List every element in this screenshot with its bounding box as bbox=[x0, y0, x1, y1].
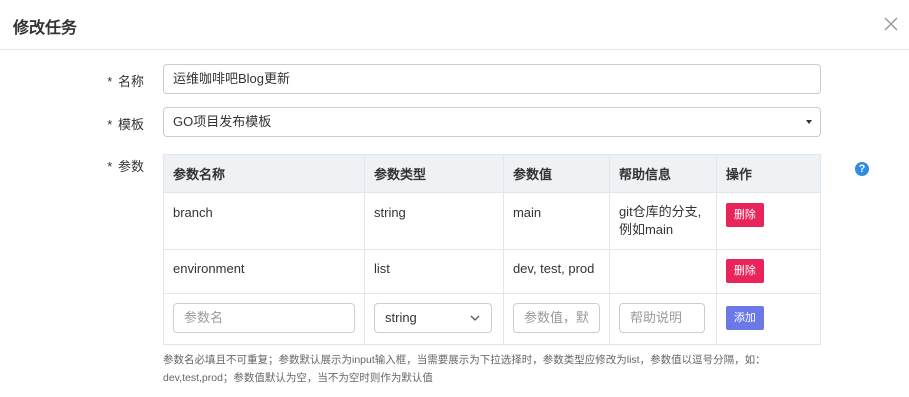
new-type-cell: string bbox=[364, 293, 504, 345]
dialog-header: 修改任务 bbox=[0, 0, 909, 50]
question-circle-icon[interactable]: ? bbox=[855, 162, 869, 176]
cell-param-name: branch bbox=[163, 192, 365, 250]
name-label: * 名称 bbox=[107, 74, 144, 89]
param-type-select[interactable]: string bbox=[374, 303, 492, 333]
help-text-input[interactable]: 帮助说明 bbox=[618, 303, 705, 333]
table-row: environment list dev, test, prod 删除 bbox=[163, 249, 822, 294]
caret-down-icon bbox=[806, 120, 812, 124]
params-hint: 参数名必填且不可重复；参数默认展示为input输入框，当需要展示为下拉选择时，参… bbox=[163, 354, 766, 384]
cell-param-name: environment bbox=[163, 249, 365, 294]
dialog-title: 修改任务 bbox=[13, 20, 78, 37]
cell-param-type: string bbox=[364, 192, 504, 250]
template-select[interactable]: GO项目发布模板 bbox=[163, 107, 821, 137]
param-name-input[interactable]: 参数名 bbox=[173, 303, 355, 333]
name-input[interactable]: 运维咖啡吧Blog更新 bbox=[163, 64, 821, 94]
cell-actions: 删除 bbox=[715, 249, 822, 294]
new-param-row: 参数名 string 参数值，默 帮助说明 添加 bbox=[163, 293, 822, 345]
chevron-down-icon bbox=[470, 315, 480, 321]
new-action-cell: 添加 bbox=[715, 293, 822, 345]
cell-help-info bbox=[608, 249, 717, 294]
params-table: 参数名称 参数类型 参数值 帮助信息 操作 branch string main… bbox=[163, 154, 822, 345]
template-label: * 模板 bbox=[107, 117, 144, 132]
cell-actions: 删除 bbox=[715, 192, 822, 250]
cell-param-value: main bbox=[502, 192, 610, 250]
cell-param-type: list bbox=[364, 249, 504, 294]
new-value-cell: 参数值，默 bbox=[502, 293, 610, 345]
table-row: branch string main git仓库的分支, 例如main 删除 bbox=[163, 192, 822, 250]
add-button[interactable]: 添加 bbox=[725, 306, 764, 330]
header-param-name: 参数名称 bbox=[163, 154, 365, 193]
header-help-info: 帮助信息 bbox=[608, 154, 717, 193]
header-actions: 操作 bbox=[715, 154, 822, 193]
header-param-type: 参数类型 bbox=[364, 154, 504, 193]
cell-param-value: dev, test, prod bbox=[502, 249, 610, 294]
cell-help-info: git仓库的分支, 例如main bbox=[608, 192, 717, 250]
delete-button[interactable]: 删除 bbox=[725, 203, 764, 227]
new-name-cell: 参数名 bbox=[163, 293, 365, 345]
close-icon[interactable] bbox=[880, 13, 902, 35]
new-help-cell: 帮助说明 bbox=[608, 293, 717, 345]
delete-button[interactable]: 删除 bbox=[725, 259, 764, 283]
header-param-value: 参数值 bbox=[502, 154, 610, 193]
param-value-input[interactable]: 参数值，默 bbox=[512, 303, 600, 333]
params-label: * 参数 bbox=[107, 159, 144, 174]
table-header-row: 参数名称 参数类型 参数值 帮助信息 操作 bbox=[163, 154, 822, 193]
